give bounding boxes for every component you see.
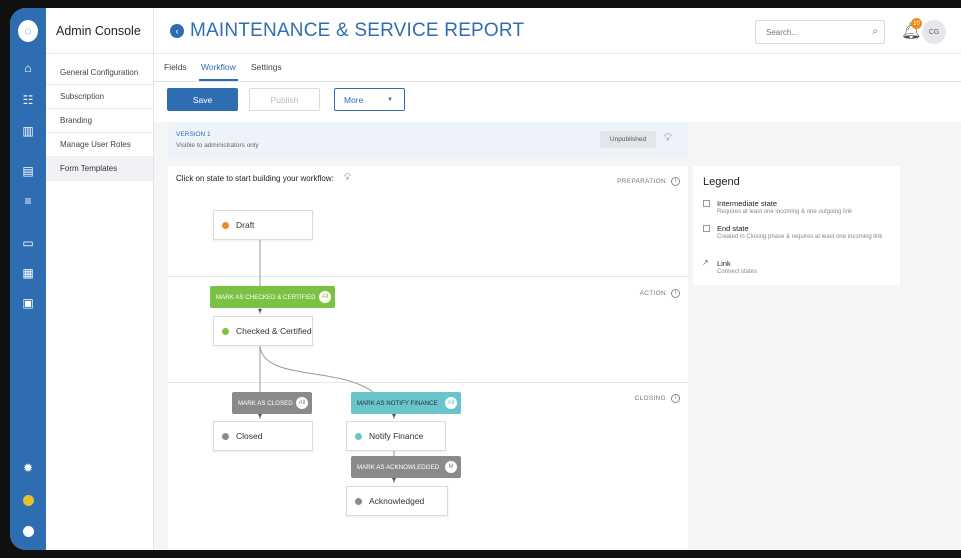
action-mark-acknowledged[interactable]: MARK AS ACKNOWLEDGED M	[351, 456, 461, 478]
workflow-canvas[interactable]: Click on state to start building your wo…	[168, 166, 688, 550]
arrow-down-icon	[257, 414, 262, 418]
state-checked-certified[interactable]: Checked & Certified	[213, 316, 313, 346]
save-button[interactable]: Save	[167, 88, 238, 111]
role-chip: All	[296, 397, 308, 409]
action-label: MARK AS NOTIFY FINANCE	[357, 399, 438, 407]
role-chip: All	[319, 291, 331, 303]
version-bar: VERSION 1 Visible to administrators only…	[168, 122, 688, 158]
back-icon[interactable]: ‹	[170, 24, 184, 38]
state-draft[interactable]: Draft	[213, 210, 313, 240]
status-dot	[355, 432, 362, 440]
monitor-icon[interactable]: ▭	[18, 233, 38, 253]
settings-icon[interactable]: ✹	[18, 458, 38, 478]
role-chip: All	[445, 397, 457, 409]
search-icon[interactable]: ⌕	[872, 26, 878, 37]
status-dot	[222, 221, 229, 229]
legend-item-name: Link	[717, 259, 731, 268]
state-label: Closed	[236, 431, 263, 441]
building-icon[interactable]: ▥	[18, 121, 38, 141]
search-input[interactable]	[756, 21, 856, 43]
status-dot	[222, 432, 229, 440]
arrow-down-icon	[257, 309, 262, 313]
arrow-down-icon	[391, 414, 396, 418]
notification-badge: 10	[911, 18, 922, 29]
state-label: Acknowledged	[369, 496, 425, 506]
arrow-down-icon	[391, 478, 396, 482]
legend-item-desc: Created in Closing phase & requires at l…	[717, 234, 883, 240]
legend-item-name: End state	[717, 224, 749, 233]
lightbulb-icon[interactable]: 💡︎	[664, 132, 672, 145]
status-badge: Unpublished	[600, 131, 656, 148]
state-label: Notify Finance	[369, 431, 424, 441]
action-mark-closed[interactable]: MARK AS CLOSED All	[232, 392, 312, 414]
status-dot	[355, 497, 362, 505]
sidebar-item-branding[interactable]: Branding	[46, 109, 153, 133]
sidebar-item-form-templates[interactable]: Form Templates	[46, 157, 153, 181]
settings-sidebar: Admin Console General Configuration Subs…	[46, 8, 154, 550]
help-icon[interactable]	[18, 490, 38, 510]
action-label: MARK AS CLOSED	[238, 399, 293, 407]
document-icon[interactable]: ▤	[18, 161, 38, 181]
avatar[interactable]: CG	[922, 20, 946, 44]
sidebar-item-general-configuration[interactable]: General Configuration	[46, 61, 153, 85]
state-label: Checked & Certified	[236, 326, 312, 336]
page-title: MAINTENANCE & SERVICE REPORT	[190, 20, 525, 41]
power-icon[interactable]	[18, 521, 38, 541]
square-icon	[703, 225, 710, 232]
square-icon	[703, 200, 710, 207]
tab-fields[interactable]: Fields	[164, 62, 187, 72]
notification-bell-icon[interactable]: 🔔︎ 10	[901, 18, 922, 41]
legend-item-desc: Connect states	[717, 269, 758, 275]
state-label: Draft	[236, 220, 255, 230]
publish-button[interactable]: Publish	[249, 88, 320, 111]
legend-panel: Legend Intermediate state Requires at le…	[693, 166, 900, 285]
toolbar: Save Publish More ▼	[154, 82, 961, 122]
more-dropdown[interactable]: More ▼	[334, 88, 405, 111]
legend-item-desc: Requires at least one incoming & one out…	[717, 209, 853, 215]
tab-workflow[interactable]: Workflow	[199, 62, 238, 81]
sidebar-item-subscription[interactable]: Subscription	[46, 85, 153, 109]
action-mark-checked-certified[interactable]: MARK AS CHECKED & CERTIFIED All	[210, 286, 335, 308]
legend-title: Legend	[703, 176, 740, 188]
action-label: MARK AS CHECKED & CERTIFIED	[216, 293, 316, 301]
search-box[interactable]: ⌕	[755, 20, 885, 44]
home-icon[interactable]: ⌂	[18, 58, 38, 78]
state-notify-finance[interactable]: Notify Finance	[346, 421, 446, 451]
version-visibility: Visible to administrators only	[176, 142, 259, 149]
legend-item-name: Intermediate state	[717, 199, 778, 208]
status-dot	[222, 327, 229, 335]
users-icon[interactable]: ☷	[18, 90, 38, 110]
icon-rail: ◌ ⌂ ☷ ▥ ▤ ≡ ▭ ▦ ▣ ✹	[10, 8, 46, 550]
sidebar-item-manage-user-roles[interactable]: Manage User Roles	[46, 133, 153, 157]
app-logo-icon[interactable]: ◌	[18, 20, 38, 42]
app-window: ◌ ⌂ ☷ ▥ ▤ ≡ ▭ ▦ ▣ ✹ Admin Console Genera…	[10, 8, 961, 550]
report-icon[interactable]: ▣	[18, 293, 38, 313]
app-title: Admin Console	[46, 8, 153, 54]
link-arrow-icon: ↗	[702, 258, 709, 267]
state-acknowledged[interactable]: Acknowledged	[346, 486, 448, 516]
action-mark-notify-finance[interactable]: MARK AS NOTIFY FINANCE All	[351, 392, 461, 414]
caret-down-icon: ▼	[387, 96, 393, 103]
tab-bar: Fields Workflow Settings	[154, 54, 961, 82]
more-label: More	[344, 94, 364, 105]
list-icon[interactable]: ≡	[18, 191, 38, 211]
calendar-icon[interactable]: ▦	[18, 263, 38, 283]
role-chip: M	[445, 461, 457, 473]
version-title: VERSION 1	[176, 131, 211, 138]
action-label: MARK AS ACKNOWLEDGED	[357, 463, 440, 471]
tab-settings[interactable]: Settings	[251, 62, 282, 72]
state-closed[interactable]: Closed	[213, 421, 313, 451]
